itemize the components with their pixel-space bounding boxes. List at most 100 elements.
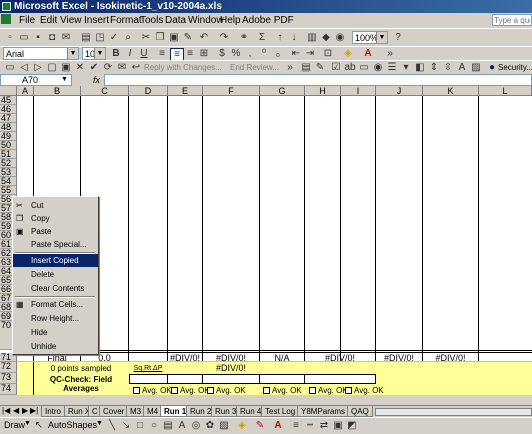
column-header[interactable]: E	[168, 86, 203, 96]
italic-icon[interactable]: I	[124, 48, 136, 60]
menu-item-format-cells[interactable]: ▦ Format Cells...	[13, 298, 98, 311]
column-header[interactable]: D	[129, 86, 168, 96]
align-left-icon[interactable]: ≡	[156, 48, 168, 60]
spelling-icon[interactable]: ✓	[108, 32, 120, 44]
chevron-down-icon[interactable]: ▼	[61, 75, 68, 85]
chevron-down-icon[interactable]: ▼	[96, 420, 103, 427]
cell-f71[interactable]: #DIV/0!	[203, 354, 259, 363]
column-header[interactable]: B	[34, 86, 81, 96]
avg-ok-checkbox[interactable]	[207, 387, 214, 394]
comma-style-icon[interactable]: ,	[244, 48, 256, 60]
cut-icon[interactable]: ✂	[140, 32, 152, 44]
diagram-icon[interactable]: ◎	[190, 420, 202, 432]
qc-box[interactable]	[129, 374, 168, 384]
column-header[interactable]: F	[203, 86, 260, 96]
menu-tools[interactable]: Tools	[138, 13, 165, 28]
autosum-icon[interactable]: Σ	[256, 32, 268, 44]
send-mail-icon[interactable]: ✉	[116, 62, 128, 74]
dash-style-icon[interactable]: ┅	[304, 420, 316, 432]
fill-color-icon[interactable]: ◈	[342, 48, 354, 60]
tab-test-log[interactable]: Test Log	[261, 406, 300, 417]
chart-wizard-icon[interactable]: ▥	[306, 32, 318, 44]
previous-comment-icon[interactable]: ◁	[18, 62, 30, 74]
menu-item-cut[interactable]: ✂ Cut	[13, 199, 98, 212]
line-icon[interactable]: ╲	[106, 420, 118, 432]
copy-icon[interactable]: ❐	[154, 32, 166, 44]
menu-help[interactable]: Help	[218, 13, 243, 28]
toolbar-options-icon[interactable]: »	[384, 48, 396, 60]
show-all-comments-icon[interactable]: ▣	[60, 62, 72, 74]
merge-center-icon[interactable]: ⊞	[198, 48, 210, 60]
show-comment-icon[interactable]: ▢	[46, 62, 58, 74]
qc-box[interactable]	[259, 374, 305, 384]
map-icon[interactable]: ◉	[334, 32, 346, 44]
increase-indent-icon[interactable]: ⇥	[304, 48, 316, 60]
wordart-icon[interactable]: A	[176, 420, 188, 432]
tab-prev-icon[interactable]: ◀	[13, 406, 19, 415]
print-icon[interactable]: ▤	[80, 32, 92, 44]
name-box[interactable]: A70 ▼	[0, 74, 72, 86]
qc-box[interactable]	[202, 374, 260, 384]
font-color-icon[interactable]: A	[272, 420, 284, 432]
chevron-down-icon[interactable]: ▼	[376, 32, 387, 43]
menu-item-hide[interactable]: Hide	[13, 326, 98, 339]
currency-icon[interactable]: $	[216, 48, 228, 60]
row-header[interactable]: 74	[0, 384, 17, 395]
reply-with-changes[interactable]: Reply with Changes...	[144, 62, 222, 74]
qc-box[interactable]	[304, 374, 376, 384]
button-control-icon[interactable]: ▭	[358, 62, 370, 74]
design-mode-icon[interactable]: ✎	[314, 62, 326, 74]
create-task-icon[interactable]: ✔	[88, 62, 100, 74]
tab-first-icon[interactable]: |◀	[2, 406, 10, 415]
menu-item-clear-contents[interactable]: Clear Contents	[13, 282, 98, 295]
print-preview-icon[interactable]: ◳	[94, 32, 106, 44]
textbox-icon[interactable]: ▤	[162, 420, 174, 432]
security-icon[interactable]: ●	[486, 62, 498, 74]
new-icon[interactable]: ▫	[4, 32, 16, 44]
line-style-icon[interactable]: ≡	[290, 420, 302, 432]
column-header[interactable]: L	[479, 86, 532, 96]
shadow-icon[interactable]: ▣	[332, 420, 344, 432]
cell-k71[interactable]: #DIV/0!	[423, 354, 478, 363]
avg-ok-checkbox[interactable]	[309, 387, 316, 394]
select-all-button[interactable]	[0, 86, 17, 96]
menu-file[interactable]: File	[17, 13, 37, 28]
select-objects-icon[interactable]: ↖	[33, 420, 45, 432]
email-icon[interactable]: ✉	[60, 32, 72, 44]
column-header[interactable]: K	[423, 86, 479, 96]
permission-icon[interactable]: ◘	[46, 32, 58, 44]
tab-next-icon[interactable]: ▶	[22, 406, 28, 415]
cell-e71[interactable]: #DIV/0!	[168, 354, 202, 363]
cell-c71[interactable]: 0.0	[81, 354, 128, 363]
menu-item-delete[interactable]: Delete	[13, 268, 98, 281]
menu-item-paste-special[interactable]: Paste Special...	[13, 238, 98, 251]
decrease-indent-icon[interactable]: ⇤	[290, 48, 302, 60]
line-color-icon[interactable]: ✎	[254, 420, 266, 432]
chevron-down-icon[interactable]: ▼	[94, 48, 105, 59]
percent-icon[interactable]: %	[230, 48, 242, 60]
font-color-icon[interactable]: A	[362, 48, 374, 60]
oval-icon[interactable]: ○	[148, 420, 160, 432]
format-painter-icon[interactable]: ✎	[182, 32, 194, 44]
cell-j71[interactable]: #DIV/0!	[376, 354, 422, 363]
scrollbar-control-icon[interactable]: ⇳	[442, 62, 454, 74]
menu-item-unhide[interactable]: Unhide	[13, 340, 98, 353]
tab-y8mparams[interactable]: Y8MParams	[297, 406, 350, 417]
increase-decimal-icon[interactable]: ⁰	[258, 48, 270, 60]
insert-function-icon[interactable]: fx	[93, 74, 100, 86]
font-size-combo[interactable]: 10 ▼	[82, 47, 106, 60]
image-control-icon[interactable]: ▨	[470, 62, 482, 74]
research-icon[interactable]: ⌕	[122, 32, 134, 44]
spin-button-icon[interactable]: ⇕	[428, 62, 440, 74]
avg-ok-checkbox[interactable]	[171, 387, 178, 394]
horizontal-scrollbar[interactable]	[375, 408, 532, 416]
new-comment-icon[interactable]: ▭	[4, 62, 16, 74]
redo-icon[interactable]: ↷	[218, 32, 230, 44]
cell-g71[interactable]: N/A	[260, 354, 304, 363]
arrow-icon[interactable]: ↘	[120, 420, 132, 432]
borders-icon[interactable]: ⊡	[322, 48, 334, 60]
column-header[interactable]: C	[81, 86, 129, 96]
delete-comment-icon[interactable]: ✕	[74, 62, 86, 74]
open-icon[interactable]: ▭	[18, 32, 30, 44]
listbox-control-icon[interactable]: ☰	[386, 62, 398, 74]
